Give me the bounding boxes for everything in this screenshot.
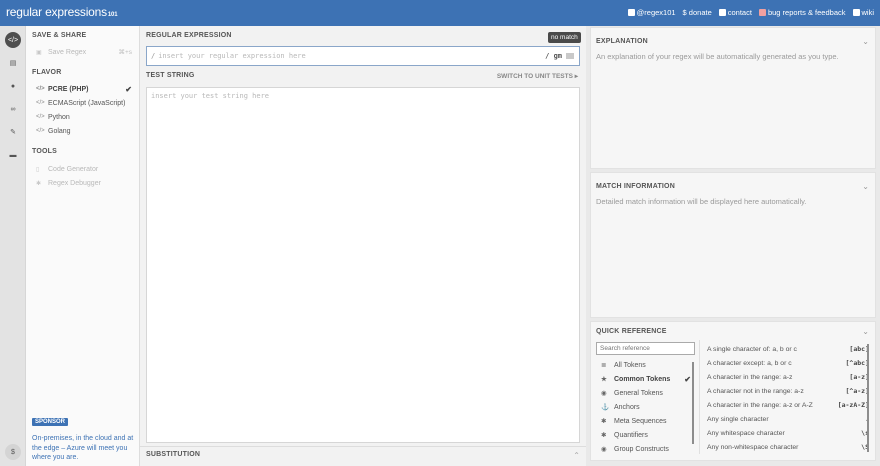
- logo[interactable]: regular expressions101: [6, 5, 118, 19]
- match-information-text: Detailed match information will be displ…: [596, 197, 807, 206]
- switch-unit-tests-link[interactable]: SWITCH TO UNIT TESTS ▸: [497, 72, 578, 80]
- reference-row[interactable]: Any single character .: [707, 413, 869, 425]
- circle-icon: ◉: [601, 446, 607, 453]
- category-general-tokens[interactable]: ◉ General Tokens: [601, 387, 691, 399]
- twitter-link[interactable]: @regex101: [627, 8, 676, 17]
- asterisk-icon: ✱: [601, 432, 607, 439]
- anchor-icon: ⚓: [601, 404, 610, 411]
- sponsor-link[interactable]: On-premises, in the cloud and at the edg…: [32, 434, 136, 463]
- flavor-heading: FLAVOR: [32, 69, 62, 76]
- test-string-box: [146, 87, 580, 443]
- code-generator-button[interactable]: ▯ Code Generator: [36, 163, 132, 175]
- regex-flags[interactable]: / gm: [545, 52, 562, 60]
- category-common-tokens[interactable]: ★ Common Tokens ✔: [601, 373, 691, 385]
- regex-input-box: / / gm: [146, 46, 580, 66]
- tools-heading: TOOLS: [32, 148, 57, 155]
- list-icon: ≣: [601, 362, 607, 369]
- substitution-bar[interactable]: SUBSTITUTION ⌃: [140, 446, 586, 466]
- sidebar: SAVE & SHARE ▣ Save Regex ⌘+s FLAVOR </>…: [26, 26, 140, 466]
- save-share-heading: SAVE & SHARE: [32, 32, 87, 39]
- category-group-constructs[interactable]: ◉ Group Constructs: [601, 443, 691, 455]
- save-icon: ▣: [36, 49, 42, 56]
- reference-row[interactable]: A character in the range: a-z [a-z]: [707, 371, 869, 383]
- code-icon: </>: [36, 114, 45, 120]
- match-information-panel: MATCH INFORMATION ⌄ Detailed match infor…: [590, 172, 876, 318]
- donate-link[interactable]: $ donate: [683, 8, 712, 17]
- reference-search-input[interactable]: [596, 342, 695, 355]
- category-quantifiers[interactable]: ✱ Quantifiers: [601, 429, 691, 441]
- explanation-panel: EXPLANATION ⌄ An explanation of your reg…: [590, 27, 876, 169]
- editor-area: REGULAR EXPRESSION no match / / gm TEST …: [140, 26, 586, 466]
- document-icon: ▯: [36, 166, 40, 173]
- explanation-text: An explanation of your regex will be aut…: [596, 52, 839, 61]
- flavor-golang[interactable]: </> Golang: [36, 125, 132, 137]
- code-icon: </>: [36, 128, 45, 134]
- checkmark-icon: ✔: [684, 374, 691, 384]
- reference-scrollbar[interactable]: [867, 344, 869, 452]
- chevron-up-icon[interactable]: ⌃: [573, 451, 580, 460]
- explanation-title: EXPLANATION: [596, 38, 648, 45]
- reference-row[interactable]: Any non-whitespace character \S: [707, 441, 869, 453]
- bug-icon: ✱: [36, 180, 42, 187]
- star-icon: ★: [601, 376, 607, 383]
- match-status-badge: no match: [548, 32, 581, 43]
- flavor-ecmascript[interactable]: </> ECMAScript (JavaScript): [36, 97, 132, 109]
- chevron-down-icon[interactable]: ⌄: [862, 182, 869, 191]
- save-regex-button[interactable]: ▣ Save Regex ⌘+s: [36, 46, 132, 58]
- contact-link[interactable]: contact: [718, 8, 752, 17]
- icon-rail: </> ▤ ● ∞ ✎ ▬ $: [0, 26, 26, 466]
- top-bar: regular expressions101 @regex101 $ donat…: [0, 0, 880, 26]
- regex-input[interactable]: [158, 52, 546, 60]
- code-icon: </>: [36, 100, 45, 106]
- category-anchors[interactable]: ⚓ Anchors: [601, 401, 691, 413]
- user-icon[interactable]: ●: [5, 78, 21, 94]
- glasses-icon[interactable]: ∞: [5, 101, 21, 117]
- book-icon: [852, 9, 860, 16]
- reference-row[interactable]: A character not in the range: a-z [^a-z]: [707, 385, 869, 397]
- quick-reference-panel: QUICK REFERENCE ⌄ ≣ All Tokens ★ Common …: [590, 321, 876, 461]
- flag-icon[interactable]: [566, 53, 574, 59]
- divider: [699, 340, 700, 454]
- mail-icon: [718, 9, 726, 16]
- flavor-pcre[interactable]: </> PCRE (PHP) ✔: [36, 83, 132, 95]
- reference-row[interactable]: Any whitespace character \s: [707, 427, 869, 439]
- reference-row[interactable]: A character except: a, b or c [^abc]: [707, 357, 869, 369]
- circle-icon: ◉: [601, 390, 607, 397]
- checkmark-icon: ✔: [125, 84, 132, 94]
- category-all-tokens[interactable]: ≣ All Tokens: [601, 359, 691, 371]
- chat-icon[interactable]: ▬: [5, 147, 21, 163]
- asterisk-icon: ✱: [601, 418, 607, 425]
- regex-delimiter: /: [151, 52, 156, 60]
- dollar-icon[interactable]: $: [5, 444, 21, 460]
- twitter-icon: [627, 9, 635, 16]
- library-icon[interactable]: ▤: [5, 55, 21, 71]
- header-links: @regex101 $ donate contact bug reports &…: [627, 8, 874, 17]
- bug-report-link[interactable]: bug reports & feedback: [758, 8, 846, 17]
- test-string-input[interactable]: [147, 88, 579, 442]
- code-icon[interactable]: </>: [5, 32, 21, 48]
- category-meta-sequences[interactable]: ✱ Meta Sequences: [601, 415, 691, 427]
- flavor-python[interactable]: </> Python: [36, 111, 132, 123]
- chevron-down-icon[interactable]: ⌄: [862, 37, 869, 46]
- regex-heading: REGULAR EXPRESSION: [146, 32, 232, 39]
- code-icon: </>: [36, 86, 45, 92]
- wiki-link[interactable]: wiki: [852, 8, 874, 17]
- bug-icon: [758, 9, 766, 16]
- category-scrollbar[interactable]: [692, 362, 694, 444]
- chevron-down-icon[interactable]: ⌄: [862, 327, 869, 336]
- sponsor-badge: SPONSOR: [32, 418, 69, 426]
- test-string-heading: TEST STRING: [146, 72, 195, 79]
- substitution-heading: SUBSTITUTION: [146, 451, 201, 458]
- reference-row[interactable]: A character in the range: a-z or A-Z [a-…: [707, 399, 869, 411]
- match-information-title: MATCH INFORMATION: [596, 183, 675, 190]
- wrench-icon[interactable]: ✎: [5, 124, 21, 140]
- quick-reference-title: QUICK REFERENCE: [596, 328, 667, 335]
- regex-debugger-button[interactable]: ✱ Regex Debugger: [36, 177, 132, 189]
- reference-row[interactable]: A single character of: a, b or c [abc]: [707, 343, 869, 355]
